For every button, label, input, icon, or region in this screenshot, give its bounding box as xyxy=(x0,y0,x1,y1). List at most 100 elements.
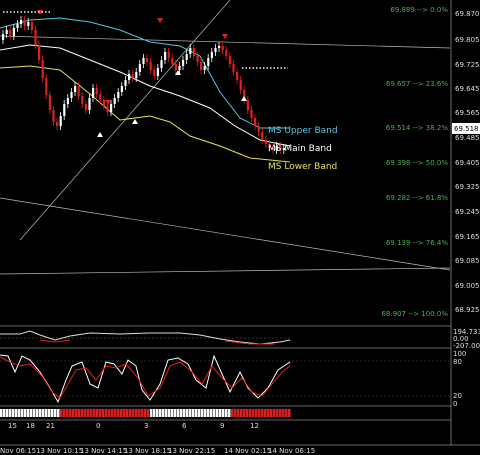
histogram-bar xyxy=(177,409,180,417)
session-label: 18 xyxy=(26,422,35,430)
candle-body[interactable] xyxy=(160,60,163,68)
candle-body[interactable] xyxy=(59,116,62,126)
candle-body[interactable] xyxy=(63,104,66,116)
candle-body[interactable] xyxy=(117,92,120,98)
histogram-bar xyxy=(165,409,168,417)
candle-body[interactable] xyxy=(257,126,260,132)
candle-body[interactable] xyxy=(182,60,185,66)
candle-body[interactable] xyxy=(261,132,264,140)
histogram-bar xyxy=(288,409,291,417)
histogram-bar xyxy=(207,409,210,417)
candle-body[interactable] xyxy=(38,45,41,60)
candle-body[interactable] xyxy=(232,64,235,72)
candle-body[interactable] xyxy=(95,88,98,94)
candle-body[interactable] xyxy=(246,100,249,110)
candle-body[interactable] xyxy=(74,86,77,92)
candle-body[interactable] xyxy=(225,50,228,56)
histogram-bar xyxy=(138,409,141,417)
histogram-bar xyxy=(39,409,42,417)
candle-body[interactable] xyxy=(110,104,113,112)
candle-body[interactable] xyxy=(81,96,84,104)
candle-body[interactable] xyxy=(135,72,138,78)
histogram-panel[interactable] xyxy=(0,409,291,417)
candle-body[interactable] xyxy=(142,58,145,64)
candle-body[interactable] xyxy=(84,104,87,110)
candle-body[interactable] xyxy=(146,58,149,62)
osc2-axis: 80 xyxy=(453,358,462,366)
candle-body[interactable] xyxy=(34,30,37,45)
candle-body[interactable] xyxy=(52,110,55,122)
trading-chart[interactable]: 69.889 --> 0.0% 69.657 --> 23.6% 69.514 … xyxy=(0,0,480,455)
candle-body[interactable] xyxy=(254,118,257,126)
price-tick-label: 68.925 xyxy=(455,306,480,314)
candle-body[interactable] xyxy=(250,110,253,118)
candle-body[interactable] xyxy=(228,56,231,64)
fib-label: 68.907 --> 100.0% xyxy=(381,310,448,318)
time-tick-label: Nov 06:15 xyxy=(0,447,36,455)
candle-body[interactable] xyxy=(88,98,91,110)
candle-body[interactable] xyxy=(192,48,195,56)
candle-body[interactable] xyxy=(77,86,80,96)
candle-body[interactable] xyxy=(239,80,242,90)
candle-body[interactable] xyxy=(2,34,5,40)
candle-body[interactable] xyxy=(27,22,30,26)
candle-body[interactable] xyxy=(12,28,15,36)
candle-body[interactable] xyxy=(48,95,51,110)
candle-body[interactable] xyxy=(41,60,44,78)
candle-body[interactable] xyxy=(149,62,152,70)
candle-body[interactable] xyxy=(23,20,26,26)
histogram-bar xyxy=(171,409,174,417)
candle-body[interactable] xyxy=(99,94,102,100)
candle-body[interactable] xyxy=(200,62,203,70)
candle-body[interactable] xyxy=(203,66,206,70)
candle-body[interactable] xyxy=(66,98,69,104)
histogram-bar xyxy=(6,409,9,417)
candle-body[interactable] xyxy=(70,92,73,98)
candle-body[interactable] xyxy=(30,22,33,30)
candle-body[interactable] xyxy=(102,100,105,106)
candle-body[interactable] xyxy=(196,56,199,62)
histogram-bar xyxy=(15,409,18,417)
candle-body[interactable] xyxy=(20,20,23,24)
candle-body[interactable] xyxy=(138,64,141,72)
candle-body[interactable] xyxy=(221,46,224,50)
candle-body[interactable] xyxy=(128,74,131,80)
candle-body[interactable] xyxy=(178,66,181,70)
candle-body[interactable] xyxy=(5,30,8,34)
histogram-bar xyxy=(51,409,54,417)
histogram-bar xyxy=(0,409,3,417)
candle-body[interactable] xyxy=(236,72,239,80)
candle-body[interactable] xyxy=(164,52,167,60)
candle-body[interactable] xyxy=(174,64,177,70)
histogram-bar xyxy=(279,409,282,417)
histogram-bar xyxy=(129,409,132,417)
candle-body[interactable] xyxy=(156,68,159,76)
price-tick-label: 69.165 xyxy=(455,233,480,241)
candle-body[interactable] xyxy=(16,24,19,28)
fib-label: 69.398 --> 50.0% xyxy=(386,159,448,167)
candle-body[interactable] xyxy=(171,58,174,64)
candle-body[interactable] xyxy=(131,74,134,78)
candle-body[interactable] xyxy=(218,46,221,48)
candle-body[interactable] xyxy=(9,30,12,36)
candle-body[interactable] xyxy=(56,122,59,126)
candle-body[interactable] xyxy=(185,54,188,60)
candle-body[interactable] xyxy=(113,98,116,104)
candle-body[interactable] xyxy=(210,52,213,58)
candle-body[interactable] xyxy=(167,52,170,58)
candle-body[interactable] xyxy=(106,106,109,112)
candle-body[interactable] xyxy=(92,88,95,98)
candle-body[interactable] xyxy=(214,48,217,52)
candle-body[interactable] xyxy=(153,70,156,76)
histogram-bar xyxy=(273,409,276,417)
candle-body[interactable] xyxy=(207,58,210,66)
candle-body[interactable] xyxy=(264,140,267,144)
candle-body[interactable] xyxy=(124,80,127,86)
candle-body[interactable] xyxy=(45,78,48,95)
candle-body[interactable] xyxy=(189,48,192,54)
histogram-bar xyxy=(135,409,138,417)
osc1-axis: -207.006 xyxy=(453,342,480,350)
time-tick-label: 13 Nov 22:15 xyxy=(168,447,215,455)
candle-body[interactable] xyxy=(120,86,123,92)
histogram-bar xyxy=(75,409,78,417)
